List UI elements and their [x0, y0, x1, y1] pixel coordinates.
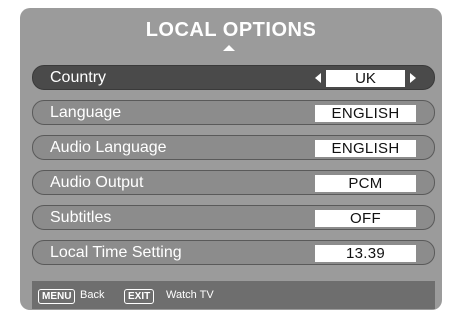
country-selector[interactable]: UK [315, 70, 416, 87]
row-language[interactable]: Language ENGLISH [32, 100, 435, 125]
row-subtitles[interactable]: Subtitles OFF [32, 205, 435, 230]
menu-key-badge: MENU [38, 289, 76, 304]
exit-key-badge: EXIT [124, 289, 155, 304]
audio-output-value: PCM [315, 175, 416, 192]
menu-back-label: Back [80, 289, 105, 301]
row-label: Subtitles [50, 209, 112, 226]
footer-hint-bar: MENU Back EXIT Watch TV [32, 281, 435, 309]
row-label: Audio Output [50, 174, 144, 191]
row-label: Audio Language [50, 139, 167, 156]
exit-watch-tv-label: Watch TV [166, 289, 214, 301]
left-arrow-icon[interactable] [315, 73, 321, 83]
menu-title: LOCAL OPTIONS [145, 19, 317, 41]
local-time-value: 13.39 [315, 245, 416, 262]
row-audio-output[interactable]: Audio Output PCM [32, 170, 435, 195]
subtitles-value: OFF [315, 210, 416, 227]
row-label: Language [50, 104, 122, 121]
row-country[interactable]: Country UK [32, 65, 435, 90]
row-label: Country [50, 69, 107, 86]
row-label: Local Time Setting [50, 244, 182, 261]
audio-language-value: ENGLISH [315, 140, 416, 157]
local-options-panel: LOCAL OPTIONS Country UK Language ENGLIS… [20, 8, 442, 310]
country-value: UK [326, 70, 405, 87]
row-local-time-setting[interactable]: Local Time Setting 13.39 [32, 240, 435, 265]
row-audio-language[interactable]: Audio Language ENGLISH [32, 135, 435, 160]
right-arrow-icon[interactable] [410, 73, 416, 83]
up-caret-icon [223, 45, 235, 51]
language-value: ENGLISH [315, 105, 416, 122]
